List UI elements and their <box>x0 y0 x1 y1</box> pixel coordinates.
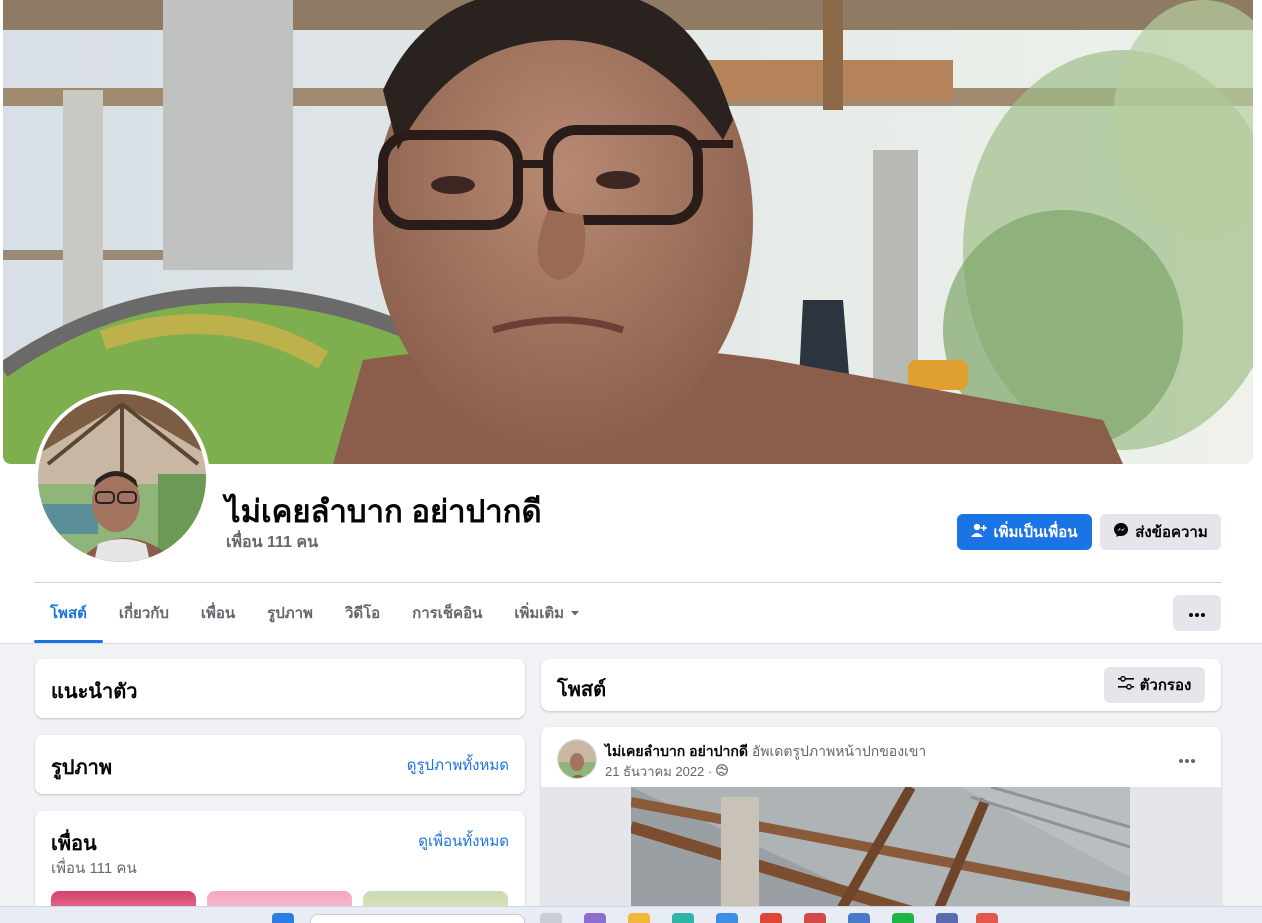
profile-more-button[interactable] <box>1173 595 1221 631</box>
post-photo[interactable] <box>631 787 1130 923</box>
line-icon[interactable] <box>892 913 914 923</box>
profile-header: ไม่เคยลำบาก อย่าปากดี เพื่อน 111 คน เพิ่… <box>0 0 1262 644</box>
profile-name: ไม่เคยลำบาก อย่าปากดี <box>225 494 542 529</box>
tab-photos[interactable]: รูปภาพ <box>251 583 329 643</box>
post-meta: 21 ธันวาคม 2022 · <box>605 761 729 782</box>
tab-about[interactable]: เกี่ยวกับ <box>103 583 185 643</box>
app-icon[interactable] <box>936 913 958 923</box>
taskbar-search[interactable] <box>310 914 525 923</box>
intro-title: แนะนำตัว <box>51 681 138 703</box>
filter-button[interactable]: ตัวกรอง <box>1104 667 1205 703</box>
friends-count: เพื่อน 111 คน <box>51 860 137 877</box>
post-media-area <box>541 787 1221 923</box>
tab-label: เพื่อน <box>200 605 236 622</box>
post-author-name[interactable]: ไม่เคยลำบาก อย่าปากดี <box>605 743 748 759</box>
tab-label: วิดีโอ <box>344 605 381 622</box>
intro-card: แนะนำตัว <box>35 659 525 718</box>
post-card: ไม่เคยลำบาก อย่าปากดี อัพเดตรูปภาพหน้าปก… <box>541 727 1221 923</box>
posts-title: โพสต์ <box>557 679 607 701</box>
more-dots-icon <box>1179 750 1195 768</box>
photos-card: รูปภาพ ดูรูปภาพทั้งหมด <box>35 735 525 794</box>
tab-label: การเช็คอิน <box>412 605 483 622</box>
photos-title: รูปภาพ <box>51 757 113 779</box>
message-label: ส่งข้อความ <box>1135 524 1208 541</box>
caret-down-icon <box>570 605 580 622</box>
tab-posts[interactable]: โพสต์ <box>34 583 103 643</box>
add-friend-label: เพิ่มเป็นเพื่อน <box>993 524 1078 541</box>
see-all-photos-link[interactable]: ดูรูปภาพทั้งหมด <box>407 753 509 777</box>
filter-icon <box>1117 675 1134 694</box>
filter-label: ตัวกรอง <box>1139 677 1192 694</box>
post-options-button[interactable] <box>1169 741 1205 777</box>
app-icon[interactable] <box>584 913 606 923</box>
tab-more[interactable]: เพิ่มเติม <box>498 583 596 643</box>
post-action-text: อัพเดตรูปภาพหน้าปกของเขา <box>751 743 927 759</box>
tab-label: โพสต์ <box>50 605 87 622</box>
task-view-icon[interactable] <box>540 913 562 923</box>
app-icon[interactable] <box>848 913 870 923</box>
friends-title: เพื่อน <box>51 833 97 855</box>
posts-header-card: โพสต์ ตัวกรอง <box>541 659 1221 711</box>
globe-icon <box>716 764 729 779</box>
cover-photo[interactable] <box>3 0 1253 464</box>
see-all-friends-link[interactable]: ดูเพื่อนทั้งหมด <box>418 829 509 853</box>
add-friend-button[interactable]: เพิ่มเป็นเพื่อน <box>957 514 1092 550</box>
messenger-icon <box>1113 522 1129 542</box>
tab-check-ins[interactable]: การเช็คอิน <box>396 583 498 643</box>
app-icon[interactable] <box>804 913 826 923</box>
folder-icon[interactable] <box>628 913 650 923</box>
add-person-icon <box>971 522 988 542</box>
profile-avatar[interactable] <box>34 390 210 566</box>
message-button[interactable]: ส่งข้อความ <box>1100 514 1221 550</box>
tab-label: รูปภาพ <box>267 605 313 622</box>
tab-videos[interactable]: วิดีโอ <box>329 583 396 643</box>
profile-tabs: โพสต์ เกี่ยวกับ เพื่อน รูปภาพ วิดีโอ การ… <box>34 583 596 643</box>
os-taskbar <box>0 906 1262 923</box>
friend-count[interactable]: เพื่อน 111 คน <box>226 530 318 555</box>
post-date[interactable]: 21 ธันวาคม 2022 · <box>605 761 712 782</box>
edge-icon[interactable] <box>672 913 694 923</box>
tab-friends[interactable]: เพื่อน <box>185 583 251 643</box>
post-header-text: ไม่เคยลำบาก อย่าปากดี อัพเดตรูปภาพหน้าปก… <box>605 741 926 763</box>
start-icon[interactable] <box>272 913 294 923</box>
tab-label: เพิ่มเติม <box>514 605 565 622</box>
tab-label: เกี่ยวกับ <box>118 605 169 622</box>
post-author-avatar[interactable] <box>557 739 597 779</box>
app-icon[interactable] <box>976 913 998 923</box>
app-icon[interactable] <box>716 913 738 923</box>
more-dots-icon <box>1189 604 1205 622</box>
chrome-icon[interactable] <box>760 913 782 923</box>
